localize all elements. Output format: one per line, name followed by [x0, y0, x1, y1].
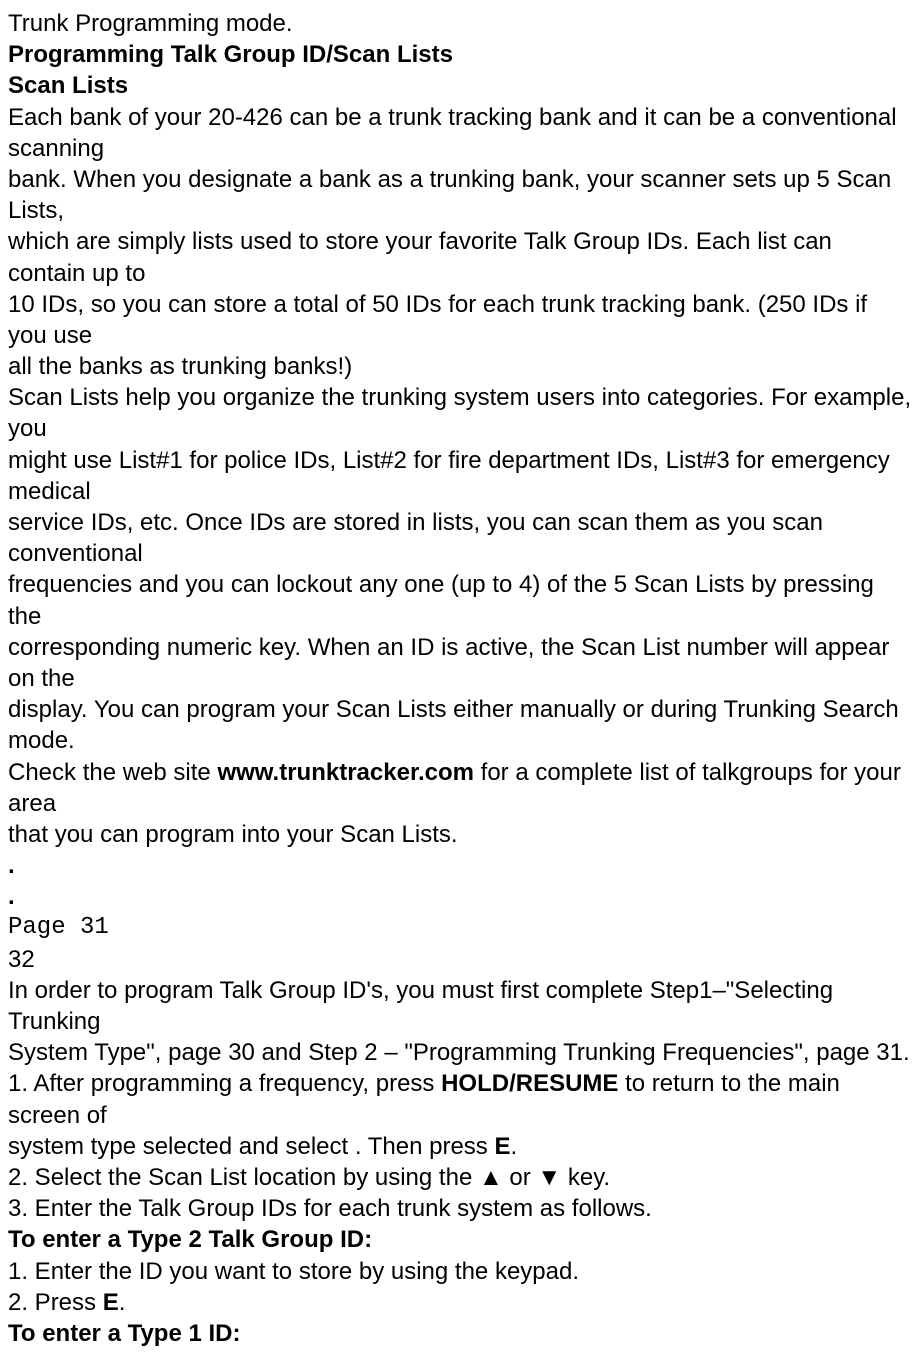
spacer-dot: .: [8, 850, 912, 881]
body-text: System Type", page 30 and Step 2 – "Prog…: [8, 1037, 912, 1068]
spacer-dot: .: [8, 881, 912, 912]
heading-programming-talk-group: Programming Talk Group ID/Scan Lists: [8, 39, 912, 70]
body-text: .: [119, 1289, 126, 1316]
heading-scan-lists: Scan Lists: [8, 70, 912, 101]
down-arrow-icon: ▼: [537, 1164, 561, 1191]
key-label: E: [494, 1133, 510, 1160]
step-text: 2. Select the Scan List location by usin…: [8, 1162, 912, 1193]
step-text: system type selected and select . Then p…: [8, 1131, 912, 1162]
body-text: service IDs, etc. Once IDs are stored in…: [8, 507, 912, 569]
body-text: which are simply lists used to store you…: [8, 226, 912, 288]
body-text: Trunk Programming mode.: [8, 8, 912, 39]
key-label: E: [103, 1289, 119, 1316]
body-text: 1. After programming a frequency, press: [8, 1070, 441, 1097]
body-text: corresponding numeric key. When an ID is…: [8, 632, 912, 694]
heading-type1-id: To enter a Type 1 ID:: [8, 1318, 912, 1349]
body-text: display. You can program your Scan Lists…: [8, 694, 912, 756]
step-text: 2. Press E.: [8, 1287, 912, 1318]
step-text: 1. Enter the ID you want to store by usi…: [8, 1256, 912, 1287]
body-text: Check the web site: [8, 759, 217, 786]
key-label: HOLD/RESUME: [441, 1070, 618, 1097]
body-text: .: [510, 1133, 517, 1160]
body-text: 10 IDs, so you can store a total of 50 I…: [8, 289, 912, 351]
body-text: bank. When you designate a bank as a tru…: [8, 164, 912, 226]
body-text: Scan Lists help you organize the trunkin…: [8, 382, 912, 444]
body-text: might use List#1 for police IDs, List#2 …: [8, 445, 912, 507]
url-text: www.trunktracker.com: [217, 759, 474, 786]
body-text: key.: [561, 1164, 610, 1191]
up-arrow-icon: ▲: [479, 1164, 503, 1191]
step-text: 3. Enter the Talk Group IDs for each tru…: [8, 1193, 912, 1224]
body-text: that you can program into your Scan List…: [8, 819, 912, 850]
body-text: 2. Press: [8, 1289, 103, 1316]
body-text: or: [503, 1164, 538, 1191]
step-text: 1. After programming a frequency, press …: [8, 1068, 912, 1130]
body-text: all the banks as trunking banks!): [8, 351, 912, 382]
page-number: 32: [8, 944, 912, 975]
body-text: Each bank of your 20-426 can be a trunk …: [8, 102, 912, 164]
body-text: In order to program Talk Group ID's, you…: [8, 975, 912, 1037]
body-text: Check the web site www.trunktracker.com …: [8, 757, 912, 819]
body-text: frequencies and you can lockout any one …: [8, 569, 912, 631]
body-text: 2. Select the Scan List location by usin…: [8, 1164, 479, 1191]
body-text: system type selected and select . Then p…: [8, 1133, 494, 1160]
heading-type2-id: To enter a Type 2 Talk Group ID:: [8, 1224, 912, 1255]
page-label: Page 31: [8, 912, 912, 943]
